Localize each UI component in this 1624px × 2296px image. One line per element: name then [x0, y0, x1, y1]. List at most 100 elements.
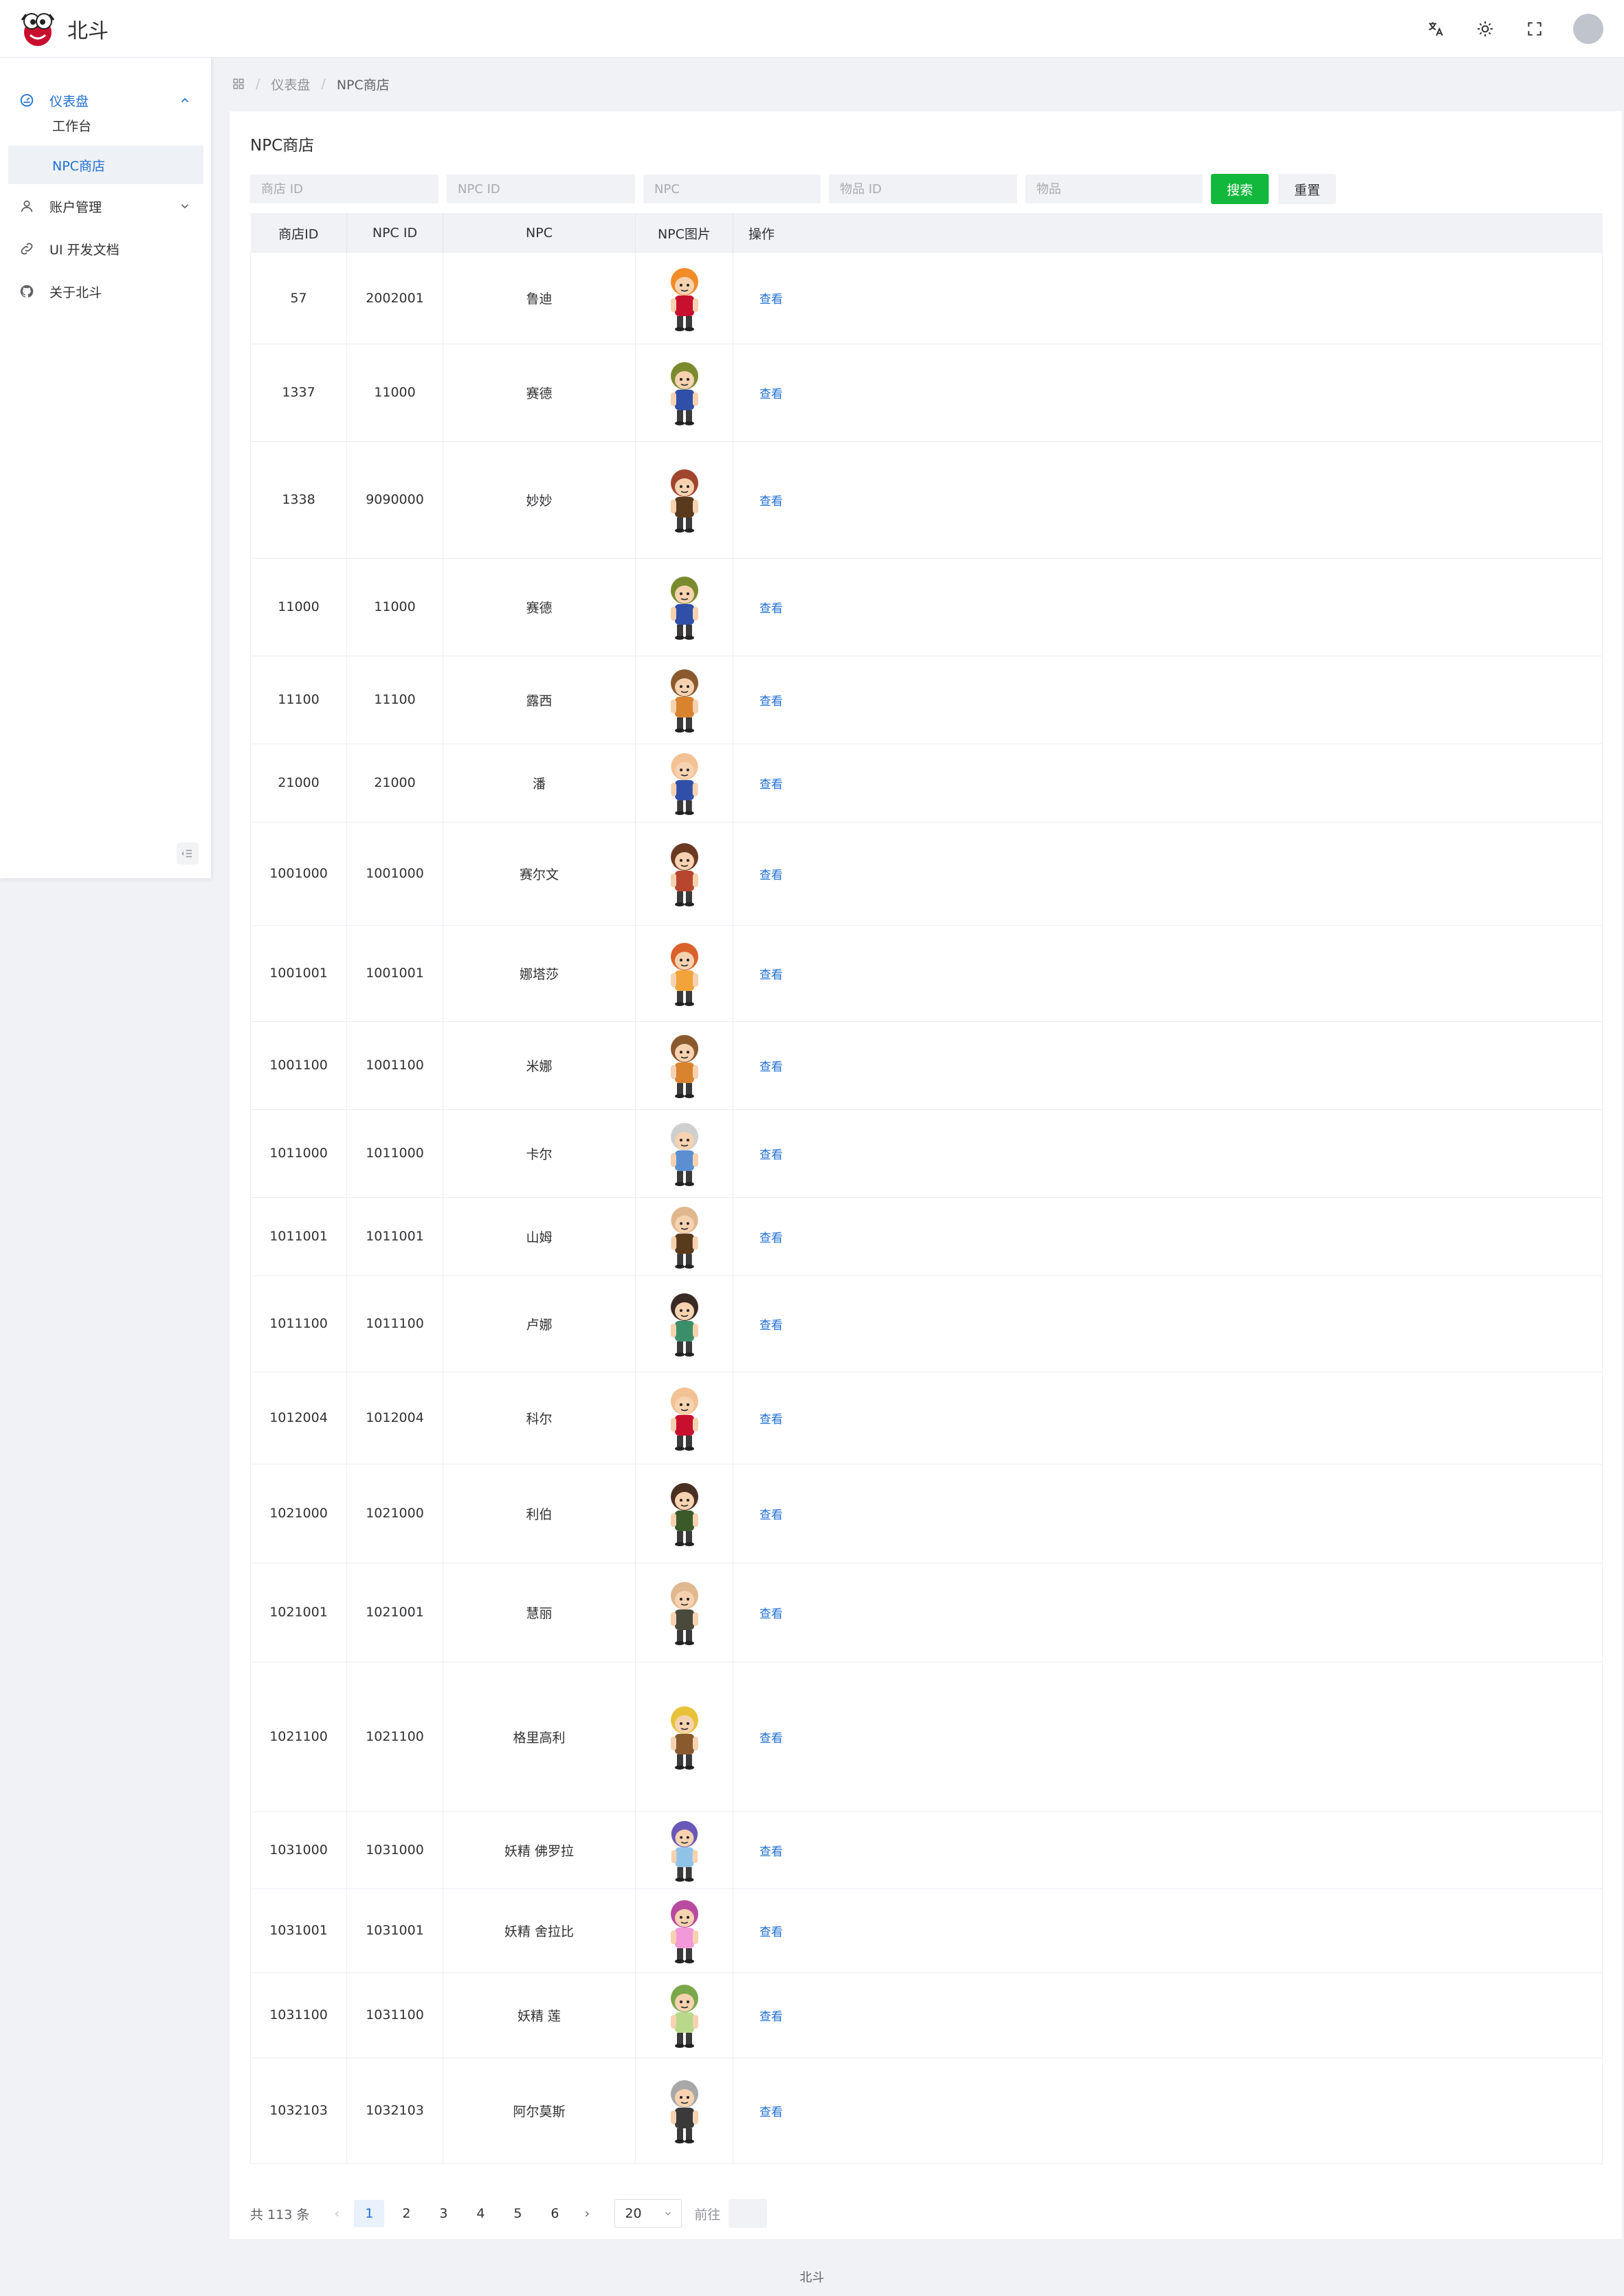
reset-button[interactable]: 重置 — [1278, 174, 1336, 204]
chevron-up-icon — [181, 98, 189, 102]
npc-sprite-image — [670, 1123, 698, 1186]
column-header-npc[interactable]: NPC — [443, 213, 636, 253]
view-button[interactable]: 查看 — [759, 1508, 783, 1522]
breadcrumb: / 仪表盘 / NPC商店 — [232, 71, 390, 96]
cell-npc-name: 山姆 — [443, 1197, 636, 1276]
view-button[interactable]: 查看 — [759, 869, 783, 882]
page-number-4[interactable]: 4 — [465, 2200, 496, 2227]
page-title: NPC商店 — [250, 137, 315, 155]
next-page-icon[interactable]: › — [573, 2206, 601, 2221]
cell-action: 查看 — [733, 441, 1603, 559]
view-button[interactable]: 查看 — [759, 293, 783, 306]
cell-shop-id: 1011000 — [250, 1109, 347, 1198]
page-number-2[interactable]: 2 — [391, 2200, 421, 2227]
footer: 北斗 — [799, 2271, 825, 2285]
sidebar-item-about[interactable]: 关于北斗 — [0, 271, 212, 312]
cell-npc-name: 娜塔莎 — [443, 925, 636, 1022]
npc-sprite-image — [670, 1206, 698, 1269]
sidebar-item-workbench[interactable]: 工作台 — [8, 106, 203, 144]
page-size-select[interactable]: 20 — [614, 2199, 682, 2228]
table-row: 1001000 1001000 赛尔文 查看 — [250, 822, 1603, 926]
shop-id-input[interactable] — [250, 175, 438, 203]
page-number-1[interactable]: 1 — [354, 2200, 385, 2227]
page-number-3[interactable]: 3 — [428, 2200, 458, 2227]
npc-sprite-image — [670, 843, 698, 906]
cell-action: 查看 — [733, 1464, 1603, 1563]
sidebar-item-npc-shop[interactable]: NPC商店 — [8, 146, 203, 184]
view-button[interactable]: 查看 — [759, 695, 783, 709]
view-button[interactable]: 查看 — [759, 602, 783, 616]
user-avatar[interactable] — [1573, 14, 1603, 44]
view-button[interactable]: 查看 — [759, 1926, 783, 1939]
breadcrumb-dashboard[interactable]: 仪表盘 — [271, 75, 310, 93]
view-button[interactable]: 查看 — [759, 1060, 783, 1074]
cell-npc-image — [635, 1275, 733, 1372]
cell-npc-name: 格里高利 — [443, 1662, 636, 1812]
view-button[interactable]: 查看 — [759, 495, 783, 509]
npc-shop-table: 商店ID NPC ID NPC NPC图片 操作 57 2002001 鲁迪 查看 13… — [250, 213, 1603, 2164]
table-row: 1021000 1021000 利伯 查看 — [250, 1464, 1603, 1563]
item-name-input[interactable] — [1025, 175, 1203, 203]
npc-name-input[interactable] — [643, 175, 821, 203]
view-button[interactable]: 查看 — [759, 1732, 783, 1746]
link-icon — [19, 241, 34, 256]
cell-npc-image — [635, 1372, 733, 1464]
view-button[interactable]: 查看 — [759, 1148, 783, 1162]
table-row: 1031100 1031100 妖精 莲查看 — [250, 1972, 1603, 2058]
cell-npc-id: 11100 — [346, 656, 443, 744]
sidebar-collapse-button[interactable] — [177, 843, 199, 865]
search-button[interactable]: 搜索 — [1211, 174, 1269, 204]
view-button[interactable]: 查看 — [759, 1319, 783, 1333]
view-button[interactable]: 查看 — [759, 1231, 783, 1245]
sidebar-item-label: NPC商店 — [52, 158, 105, 174]
view-button[interactable]: 查看 — [759, 1845, 783, 1859]
npc-sprite-image — [670, 753, 698, 816]
cell-npc-image — [635, 656, 733, 744]
sidebar-item-account[interactable]: 账户管理 — [0, 186, 212, 227]
column-header-action[interactable]: 操作 — [733, 213, 1603, 253]
table-row: 1021001 1021001 慧丽 查看 — [250, 1563, 1603, 1662]
cell-action: 查看 — [733, 1197, 1603, 1276]
cell-action: 查看 — [733, 1372, 1603, 1464]
fullscreen-icon[interactable] — [1510, 0, 1559, 58]
column-header-npc-image[interactable]: NPC图片 — [635, 213, 733, 253]
cell-action: 查看 — [733, 253, 1603, 344]
goto-page-input[interactable] — [728, 2199, 768, 2228]
npc-sprite-image — [670, 2080, 698, 2143]
npc-id-input[interactable] — [447, 175, 635, 203]
sidebar-item-ui-docs[interactable]: UI 开发文档 — [0, 228, 212, 269]
theme-toggle-icon[interactable] — [1460, 0, 1510, 58]
view-button[interactable]: 查看 — [759, 2106, 783, 2119]
page-number-5[interactable]: 5 — [502, 2200, 533, 2227]
pagination: 共 113 条 ‹ 1 2 3 4 5 6 › 20 前往 — [250, 2198, 768, 2229]
column-header-shop-id[interactable]: 商店ID — [250, 213, 347, 253]
cell-npc-image — [635, 744, 733, 823]
cell-npc-id: 2002001 — [346, 253, 443, 344]
view-button[interactable]: 查看 — [759, 1607, 783, 1621]
cell-npc-id: 1011000 — [346, 1109, 443, 1198]
logo-mascot-icon — [21, 12, 55, 46]
view-button[interactable]: 查看 — [759, 2010, 783, 2024]
cell-npc-id: 1011100 — [346, 1275, 443, 1372]
cell-npc-id: 1031100 — [346, 1972, 443, 2058]
view-button[interactable]: 查看 — [759, 968, 783, 982]
translate-icon[interactable] — [1411, 0, 1460, 58]
grid-icon[interactable] — [232, 78, 245, 90]
cell-npc-image — [635, 1109, 733, 1198]
breadcrumb-separator: / — [321, 76, 326, 91]
prev-page-icon[interactable]: ‹ — [323, 2206, 351, 2221]
cell-shop-id: 1031001 — [250, 1888, 347, 1973]
cell-npc-name: 阿尔莫斯 — [443, 2058, 636, 2164]
item-id-input[interactable] — [829, 175, 1017, 203]
column-header-npc-id[interactable]: NPC ID — [346, 213, 443, 253]
chevron-down-icon — [181, 204, 189, 209]
view-button[interactable]: 查看 — [759, 1413, 783, 1427]
page-number-6[interactable]: 6 — [540, 2200, 570, 2227]
view-button[interactable]: 查看 — [759, 778, 783, 792]
cell-npc-name: 卢娜 — [443, 1275, 636, 1372]
app-logo[interactable]: 北斗 — [16, 8, 109, 50]
pagination-total: 共 113 条 — [250, 2207, 310, 2222]
cell-shop-id: 1021001 — [250, 1563, 347, 1662]
cell-npc-image — [635, 1888, 733, 1973]
view-button[interactable]: 查看 — [759, 388, 783, 401]
